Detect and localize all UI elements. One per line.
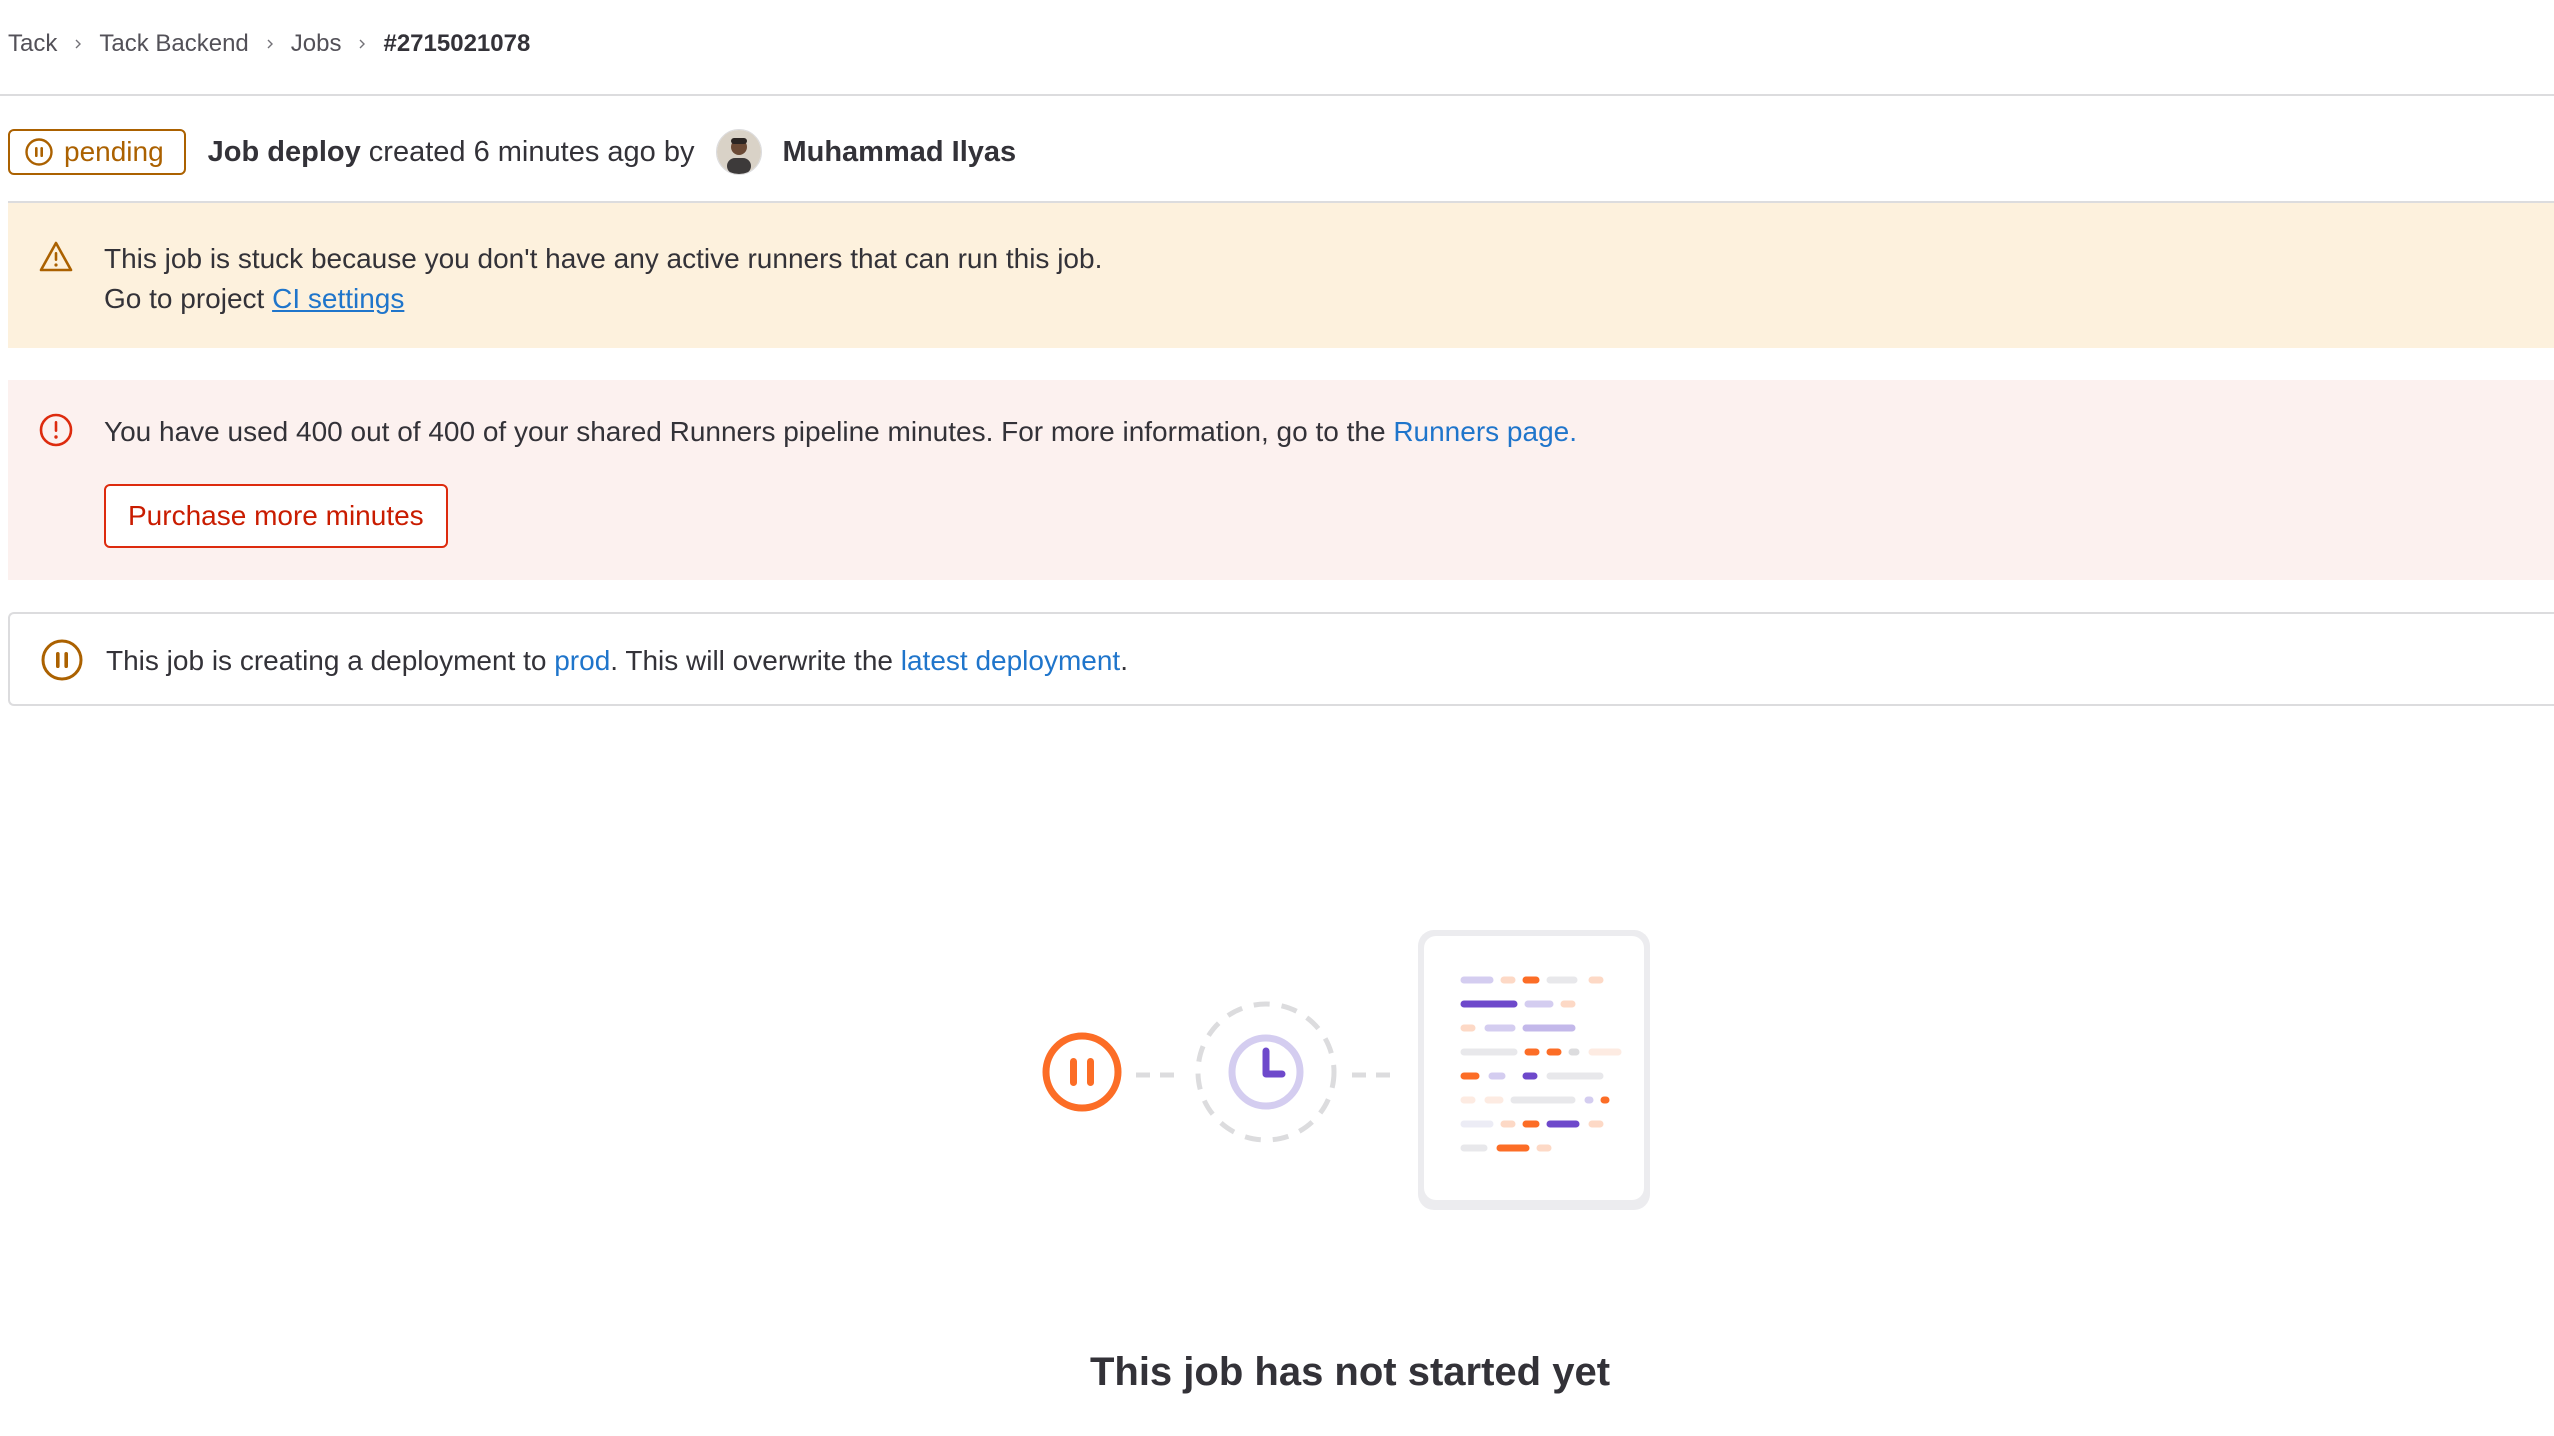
stuck-job-message: This job is stuck because you don't have… — [104, 243, 1103, 274]
breadcrumb-item-tack-backend[interactable]: Tack Backend — [99, 30, 248, 58]
stuck-job-prefix: Go to project — [104, 283, 273, 314]
status-pending-icon — [24, 137, 54, 167]
deployment-info-text: This job is creating a deployment to pro… — [106, 641, 1128, 681]
pending-status-icon — [1042, 1032, 1122, 1112]
clock-icon — [1195, 1001, 1337, 1143]
chevron-right-icon — [357, 39, 367, 49]
deployment-suffix: . — [1120, 645, 1128, 676]
breadcrumb-item-job-id[interactable]: #2715021078 — [383, 30, 530, 58]
job-title: Job deploy created 6 minutes ago by — [208, 136, 695, 169]
warning-icon — [38, 239, 74, 275]
status-badge[interactable]: pending — [8, 129, 186, 175]
latest-deployment-link[interactable]: latest deployment — [901, 645, 1120, 676]
job-created-text: created 6 minutes ago by — [360, 135, 695, 168]
job-name: deploy — [267, 135, 361, 168]
stuck-job-alert: This job is stuck because you don't have… — [8, 203, 2554, 348]
status-badge-label: pending — [64, 136, 164, 167]
ci-settings-link[interactable]: CI settings — [272, 283, 404, 314]
minutes-quota-alert: You have used 400 out of 400 of your sha… — [8, 380, 2554, 580]
avatar[interactable] — [716, 129, 763, 175]
deployment-middle: . This will overwrite the — [610, 645, 901, 676]
job-header: pending Job deploy created 6 minutes ago… — [8, 126, 1016, 178]
job-page: Tack Tack Backend Jobs #2715021078 pendi… — [0, 0, 2554, 1436]
breadcrumb-item-tack[interactable]: Tack — [8, 30, 57, 58]
minutes-quota-message: You have used 400 out of 400 of your sha… — [104, 416, 1394, 447]
breadcrumb-divider — [0, 94, 2554, 96]
empty-state-title: This job has not started yet — [1089, 1350, 1611, 1394]
deployment-prefix: This job is creating a deployment to — [106, 645, 555, 676]
chevron-right-icon — [73, 39, 83, 49]
environment-link[interactable]: prod — [554, 645, 610, 676]
stuck-job-alert-body: This job is stuck because you don't have… — [104, 239, 1102, 319]
chevron-right-icon — [265, 39, 275, 49]
purchase-more-minutes-button[interactable]: Purchase more minutes — [104, 484, 448, 548]
breadcrumb-item-jobs[interactable]: Jobs — [291, 30, 342, 58]
breadcrumb: Tack Tack Backend Jobs #2715021078 — [8, 30, 530, 58]
job-log-document-icon — [1418, 930, 1650, 1210]
user-name-link[interactable]: Muhammad Ilyas — [782, 136, 1016, 169]
deployment-info: This job is creating a deployment to pro… — [8, 612, 2554, 706]
job-prefix: Job — [207, 135, 268, 168]
error-icon — [38, 412, 74, 448]
pending-job-illustration — [1042, 930, 1650, 1210]
runners-page-link[interactable]: Runners page. — [1393, 416, 1577, 447]
minutes-quota-alert-body: You have used 400 out of 400 of your sha… — [104, 412, 1577, 452]
status-pending-icon — [40, 638, 84, 682]
